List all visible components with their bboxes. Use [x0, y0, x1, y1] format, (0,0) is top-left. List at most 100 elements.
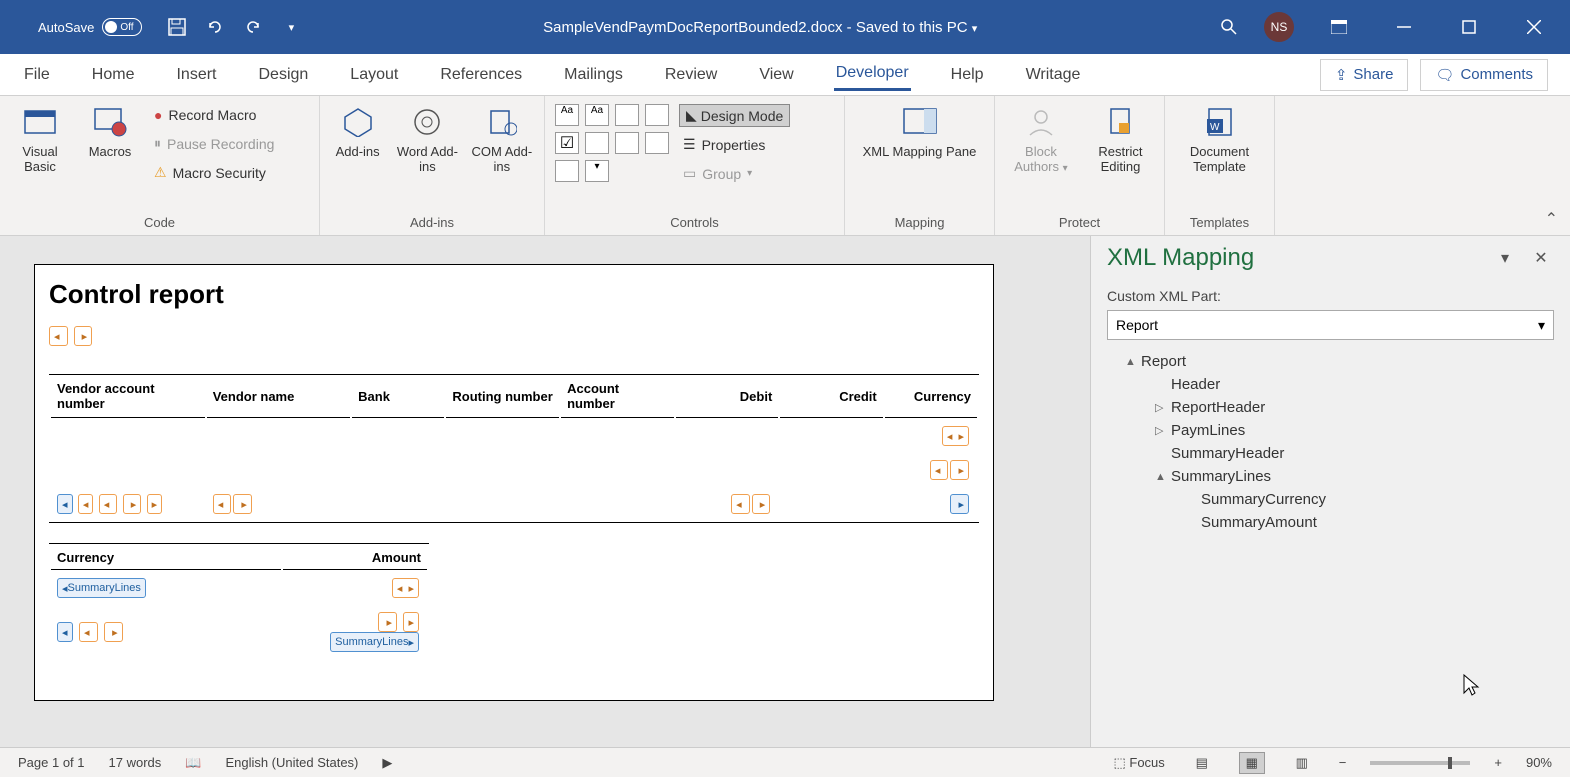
document-scroll[interactable]: Control report ◂ ▸ Vendor account number…: [0, 236, 1090, 747]
content-control-tag[interactable]: ▸: [147, 494, 163, 514]
tab-layout[interactable]: Layout: [348, 60, 400, 90]
control-combobox-icon[interactable]: [585, 132, 609, 154]
tree-node-summaryamount[interactable]: SummaryAmount: [1107, 511, 1554, 534]
tree-node-paymlines[interactable]: ▷PaymLines: [1107, 419, 1554, 442]
control-dropdown-icon[interactable]: [615, 132, 639, 154]
save-icon[interactable]: [167, 17, 187, 37]
content-control-tag[interactable]: ◂: [57, 622, 73, 642]
control-legacy-icon[interactable]: ▾: [585, 160, 609, 182]
content-control-tag[interactable]: ▸: [403, 612, 419, 632]
ribbon-display-icon[interactable]: [1319, 12, 1359, 42]
content-control-tag[interactable]: ◂: [930, 460, 949, 480]
comments-button[interactable]: 🗨Comments: [1420, 59, 1548, 91]
macro-indicator-icon[interactable]: ▶: [382, 755, 392, 771]
content-control-tag[interactable]: ▸: [233, 494, 252, 514]
zoom-slider[interactable]: [1370, 761, 1470, 765]
content-control-tag[interactable]: ▸: [74, 326, 93, 346]
content-control-tag[interactable]: ◂: [731, 494, 750, 514]
control-checkbox-icon[interactable]: ☑: [555, 132, 579, 154]
control-repeating-icon[interactable]: [555, 160, 579, 182]
minimize-icon[interactable]: [1384, 12, 1424, 42]
tab-design[interactable]: Design: [256, 60, 310, 90]
toggle-switch[interactable]: Off: [102, 18, 142, 36]
content-control-tag[interactable]: ▸: [123, 494, 142, 514]
tab-writage[interactable]: Writage: [1024, 60, 1083, 90]
web-layout-icon[interactable]: ▥: [1289, 752, 1315, 774]
visual-basic-button[interactable]: Visual Basic: [10, 100, 70, 174]
tab-mailings[interactable]: Mailings: [562, 60, 625, 90]
customize-qat-icon[interactable]: ▾: [281, 17, 301, 37]
tree-node-summarylines[interactable]: ▲SummaryLines: [1107, 465, 1554, 488]
control-picture-icon[interactable]: [615, 104, 639, 126]
xml-tree: ▲Report Header ▷ReportHeader ▷PaymLines …: [1107, 350, 1554, 534]
tab-insert[interactable]: Insert: [174, 60, 218, 90]
control-buildingblock-icon[interactable]: [645, 104, 669, 126]
control-plaintext-icon[interactable]: Aa: [585, 104, 609, 126]
content-control-tag[interactable]: ▸: [950, 460, 969, 480]
properties-button[interactable]: ☰Properties: [679, 133, 790, 156]
undo-icon[interactable]: [205, 17, 225, 37]
record-macro-button[interactable]: ●Record Macro: [150, 104, 278, 126]
content-control-tag[interactable]: ▸: [378, 612, 397, 632]
redo-icon[interactable]: [243, 17, 263, 37]
content-control-tag[interactable]: ▸: [104, 622, 123, 642]
tree-node-report[interactable]: ▲Report: [1107, 350, 1554, 373]
content-control-summarylines[interactable]: SummaryLines ▸: [330, 632, 419, 652]
xml-mapping-pane-button[interactable]: XML Mapping Pane: [860, 100, 980, 159]
content-control-tag[interactable]: ◂: [79, 622, 98, 642]
autosave-toggle[interactable]: AutoSave Off: [38, 18, 142, 36]
tab-references[interactable]: References: [438, 60, 524, 90]
content-control-tag[interactable]: ◂: [213, 494, 232, 514]
spellcheck-icon[interactable]: 📖: [185, 755, 201, 771]
zoom-out-button[interactable]: −: [1339, 755, 1347, 770]
control-datepicker-icon[interactable]: [645, 132, 669, 154]
tree-node-summaryheader[interactable]: SummaryHeader: [1107, 442, 1554, 465]
content-control-tag[interactable]: ◂: [57, 494, 73, 514]
focus-mode-button[interactable]: ⬚ Focus: [1113, 755, 1164, 771]
restrict-editing-button[interactable]: Restrict Editing: [1087, 100, 1154, 174]
custom-xml-part-select[interactable]: Report ▾: [1107, 310, 1554, 340]
maximize-icon[interactable]: [1449, 12, 1489, 42]
tree-node-header[interactable]: Header: [1107, 373, 1554, 396]
content-control-tag[interactable]: ◂ ▸: [392, 578, 419, 598]
document-template-button[interactable]: W Document Template: [1175, 100, 1264, 174]
collapse-ribbon-icon[interactable]: ⌃: [1533, 203, 1570, 235]
word-addins-button[interactable]: Word Add-ins: [395, 100, 459, 174]
zoom-in-button[interactable]: +: [1494, 755, 1502, 770]
tab-review[interactable]: Review: [663, 60, 719, 90]
word-count[interactable]: 17 words: [109, 755, 162, 770]
content-control-summarylines[interactable]: ◂ SummaryLines: [57, 578, 146, 598]
tab-help[interactable]: Help: [949, 60, 986, 90]
pane-close-icon[interactable]: ✕: [1528, 245, 1554, 271]
share-button[interactable]: ⇪Share: [1320, 59, 1409, 91]
controls-gallery[interactable]: Aa Aa ☑ ▾: [555, 100, 669, 182]
tab-file[interactable]: File: [22, 60, 52, 90]
content-control-tag[interactable]: ◂: [78, 494, 94, 514]
language-indicator[interactable]: English (United States): [225, 755, 358, 770]
search-icon[interactable]: [1219, 17, 1239, 37]
control-richtext-icon[interactable]: Aa: [555, 104, 579, 126]
tree-node-reportheader[interactable]: ▷ReportHeader: [1107, 396, 1554, 419]
zoom-level[interactable]: 90%: [1526, 755, 1552, 770]
pane-options-icon[interactable]: ▾: [1492, 245, 1518, 271]
page-indicator[interactable]: Page 1 of 1: [18, 755, 85, 770]
read-mode-icon[interactable]: ▤: [1189, 752, 1215, 774]
com-addins-button[interactable]: COM Add-ins: [470, 100, 534, 174]
close-icon[interactable]: [1514, 12, 1554, 42]
user-avatar[interactable]: NS: [1264, 12, 1294, 42]
table-row: ◂ SummaryLines ◂ ▸: [51, 572, 427, 604]
tab-view[interactable]: View: [757, 60, 795, 90]
macro-security-button[interactable]: ⚠Macro Security: [150, 161, 278, 184]
design-mode-button[interactable]: ◣Design Mode: [679, 104, 790, 127]
tree-node-summarycurrency[interactable]: SummaryCurrency: [1107, 488, 1554, 511]
tab-developer[interactable]: Developer: [834, 58, 911, 91]
content-control-tag[interactable]: ▸: [950, 494, 969, 514]
tab-home[interactable]: Home: [90, 60, 137, 90]
print-layout-icon[interactable]: ▦: [1239, 752, 1265, 774]
content-control-tag[interactable]: ▸: [752, 494, 771, 514]
content-control-tag[interactable]: ◂: [49, 326, 68, 346]
content-control-tag[interactable]: ◂ ▸: [942, 426, 969, 446]
macros-button[interactable]: Macros: [80, 100, 140, 159]
addins-button[interactable]: Add-ins: [330, 100, 385, 159]
content-control-tag[interactable]: ◂: [99, 494, 118, 514]
